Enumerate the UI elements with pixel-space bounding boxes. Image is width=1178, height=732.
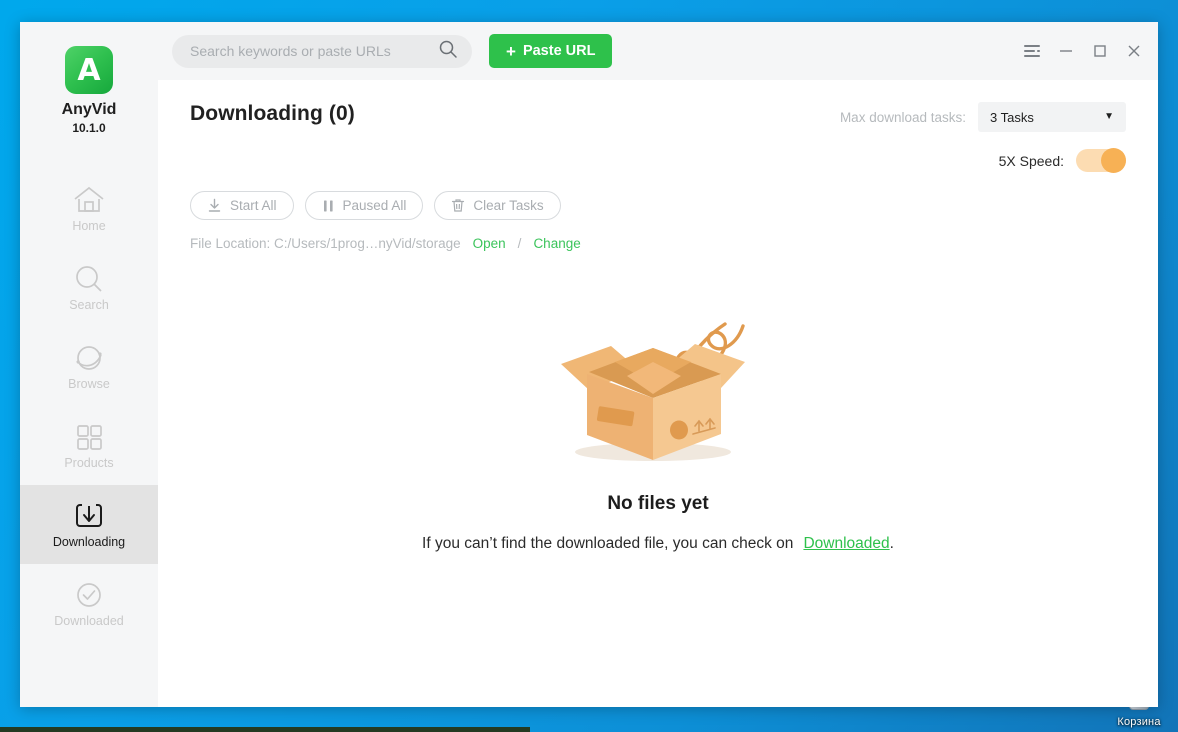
page-title: Downloading (0)	[190, 102, 355, 125]
file-location-text: File Location: C:/Users/1prog…nyVid/stor…	[190, 236, 461, 251]
downloaded-link[interactable]: Downloaded	[803, 535, 889, 552]
max-download-tasks-row: Max download tasks: 3 Tasks ▼	[840, 102, 1126, 132]
file-location-open-link[interactable]: Open	[473, 236, 506, 251]
taskbar-edge	[0, 727, 530, 732]
max-download-tasks-label: Max download tasks:	[839, 109, 966, 125]
speed-label: 5X Speed:	[998, 152, 1064, 169]
search-icon	[73, 264, 105, 294]
anyvid-logo-icon: A	[65, 46, 113, 94]
maximize-icon[interactable]	[1085, 37, 1114, 66]
empty-state-subtitle-period: .	[889, 534, 894, 552]
plus-icon: +	[506, 41, 516, 61]
home-icon	[72, 185, 106, 215]
search-icon[interactable]	[438, 39, 458, 64]
sidebar-nav: Home Search Browse Products Downloading …	[20, 169, 158, 643]
header-controls: Max download tasks: 3 Tasks ▼ 5X Speed:	[840, 102, 1126, 173]
sidebar-item-label-downloaded: Downloaded	[54, 613, 124, 628]
speed-toggle-row: 5X Speed:	[998, 148, 1126, 173]
grid-icon	[73, 422, 105, 452]
sidebar-item-products[interactable]: Products	[20, 406, 158, 485]
check-circle-icon	[73, 580, 105, 610]
file-location-change-link[interactable]: Change	[533, 236, 580, 251]
download-box-icon	[73, 501, 105, 531]
app-brand: A AnyVid 10.1.0	[20, 46, 158, 135]
recycle-bin-label: Корзина	[1117, 716, 1161, 728]
file-location-row: File Location: C:/Users/1prog…nyVid/stor…	[190, 236, 1126, 251]
sidebar-item-downloaded[interactable]: Downloaded	[20, 564, 158, 643]
app-window: A AnyVid 10.1.0 Home Search Browse Produ…	[20, 22, 1158, 707]
paused-all-button[interactable]: Paused All	[304, 191, 424, 220]
pause-icon	[322, 199, 335, 213]
minimize-icon[interactable]	[1051, 37, 1080, 66]
menu-icon[interactable]	[1017, 37, 1046, 66]
sidebar-item-downloading[interactable]: Downloading	[20, 485, 158, 564]
sidebar-item-label-search: Search	[69, 297, 109, 312]
start-all-label: Start All	[230, 198, 277, 213]
file-location-separator: /	[517, 236, 522, 251]
content-panel: Downloading (0) Max download tasks: 3 Ta…	[158, 80, 1158, 707]
close-icon[interactable]	[1119, 37, 1148, 66]
paste-url-label: Paste URL	[522, 43, 596, 59]
toggle-knob	[1101, 148, 1126, 173]
download-arrow-icon	[207, 198, 222, 213]
sidebar-item-label-products: Products	[64, 455, 114, 470]
sidebar: A AnyVid 10.1.0 Home Search Browse Produ…	[20, 22, 158, 707]
page-header: Downloading (0) Max download tasks: 3 Ta…	[190, 102, 1126, 173]
main-area: + Paste URL	[158, 22, 1158, 707]
start-all-button[interactable]: Start All	[190, 191, 294, 220]
empty-state-title: No files yet	[607, 492, 709, 514]
sidebar-item-browse[interactable]: Browse	[20, 327, 158, 406]
empty-state-subtitle-text: If you can’t find the downloaded file, y…	[422, 534, 794, 552]
paused-all-label: Paused All	[342, 198, 407, 213]
empty-state-subtitle: If you can’t find the downloaded file, y…	[422, 535, 894, 553]
max-download-tasks-select[interactable]: 3 Tasks ▼	[978, 102, 1126, 132]
empty-state: No files yet If you can’t find the downl…	[190, 251, 1126, 707]
anyvid-logo-glyph: A	[77, 52, 101, 88]
trash-icon	[451, 198, 465, 213]
sidebar-item-label-home: Home	[72, 218, 106, 233]
sidebar-item-search[interactable]: Search	[20, 248, 158, 327]
sidebar-item-home[interactable]: Home	[20, 169, 158, 248]
sidebar-item-label-downloading: Downloading	[52, 534, 126, 549]
chevron-down-icon: ▼	[1104, 111, 1114, 122]
top-toolbar: + Paste URL	[158, 22, 1158, 80]
search-input[interactable]	[190, 43, 438, 59]
clear-tasks-label: Clear Tasks	[473, 198, 544, 213]
speed-toggle[interactable]	[1076, 148, 1126, 173]
app-version: 10.1.0	[72, 121, 106, 135]
window-controls	[1017, 37, 1148, 66]
paste-url-button[interactable]: + Paste URL	[489, 34, 613, 68]
globe-icon	[73, 343, 105, 373]
clear-tasks-button[interactable]: Clear Tasks	[434, 191, 561, 220]
open-cardboard-box-illustration	[553, 302, 763, 477]
sidebar-item-label-browse: Browse	[68, 376, 110, 391]
task-actions: Start All Paused All Clear Tasks	[190, 191, 1126, 220]
max-download-tasks-value: 3 Tasks	[990, 109, 1034, 125]
app-name: AnyVid	[61, 101, 117, 118]
search-box[interactable]	[172, 34, 472, 68]
